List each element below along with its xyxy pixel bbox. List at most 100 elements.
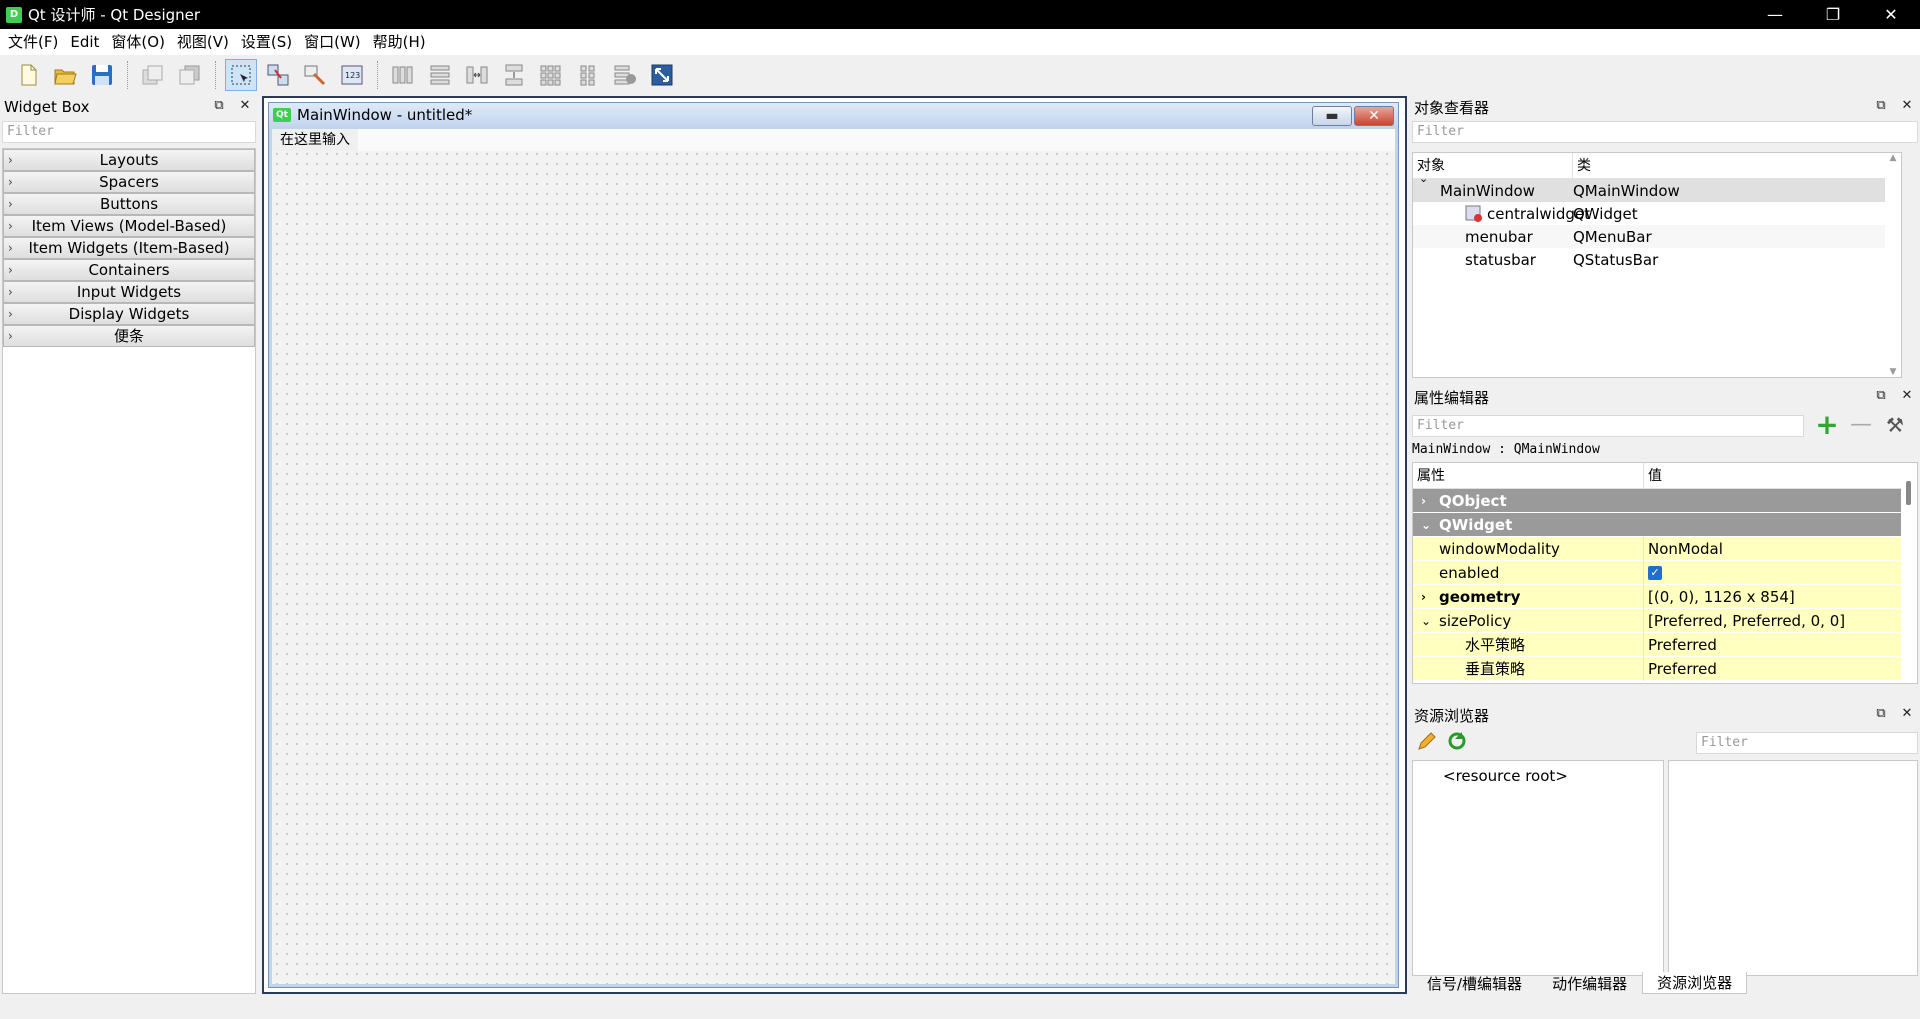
category-buttons[interactable]: › Buttons bbox=[3, 193, 255, 215]
svg-text:123: 123 bbox=[345, 71, 360, 80]
restore-button[interactable]: ❐ bbox=[1804, 0, 1862, 29]
minimize-button[interactable]: — bbox=[1746, 0, 1804, 29]
edit-resources-pencil-icon[interactable] bbox=[1416, 730, 1438, 752]
chevron-right-icon: › bbox=[8, 175, 13, 189]
bring-to-front-icon[interactable] bbox=[137, 59, 169, 91]
enabled-checkbox[interactable]: ✓ bbox=[1648, 566, 1662, 580]
chevron-down-icon[interactable]: ⌄ bbox=[1419, 172, 1428, 185]
category-item-widgets[interactable]: › Item Widgets (Item-Based) bbox=[3, 237, 255, 259]
edit-buddies-icon[interactable] bbox=[299, 59, 331, 91]
resource-root-item[interactable]: <resource root> bbox=[1443, 767, 1568, 785]
chevron-right-icon[interactable]: › bbox=[1421, 489, 1426, 513]
adjust-size-icon[interactable] bbox=[646, 59, 678, 91]
close-icon[interactable]: ✕ bbox=[238, 98, 252, 114]
menu-file[interactable]: 文件(F) bbox=[2, 29, 64, 55]
save-icon[interactable] bbox=[86, 59, 118, 91]
property-table-scrollbar[interactable] bbox=[1901, 463, 1917, 683]
resource-tree: <resource root> bbox=[1412, 760, 1664, 976]
add-dynamic-property-icon[interactable]: + bbox=[1812, 411, 1842, 439]
widget-box-dock: Widget Box ⧉ ✕ Filter › Layouts › Spacers … bbox=[0, 96, 258, 994]
float-icon[interactable]: ⧉ bbox=[1874, 98, 1888, 114]
property-editor-title: 属性编辑器 bbox=[1414, 388, 1490, 407]
form-menu-placeholder[interactable]: 在这里输入 bbox=[272, 129, 358, 151]
chevron-down-icon[interactable]: ⌄ bbox=[1421, 513, 1431, 537]
edit-tab-order-icon[interactable]: 123 bbox=[336, 59, 368, 91]
send-to-back-icon[interactable] bbox=[174, 59, 206, 91]
category-spacers[interactable]: › Spacers bbox=[3, 171, 255, 193]
scrollbar-thumb[interactable] bbox=[1906, 481, 1911, 505]
property-row[interactable]: windowModality NonModal bbox=[1413, 536, 1917, 561]
layout-vertical-icon[interactable] bbox=[424, 59, 456, 91]
reload-icon[interactable] bbox=[1446, 730, 1468, 752]
new-file-icon[interactable] bbox=[12, 59, 44, 91]
form-subwindow[interactable]: Qt MainWindow - untitled* ▬ ✕ 在这里输入 bbox=[268, 102, 1399, 988]
configure-icon[interactable]: ⚒ bbox=[1880, 413, 1910, 439]
tab-resource-browser[interactable]: 资源浏览器 bbox=[1642, 972, 1748, 994]
tree-row[interactable]: menubar QMenuBar bbox=[1413, 225, 1901, 248]
layout-grid-icon[interactable] bbox=[535, 59, 567, 91]
property-row[interactable]: › geometry [(0, 0), 1126 x 854] bbox=[1413, 584, 1917, 609]
object-tree-scrollbar[interactable]: ▲ ▼ bbox=[1885, 153, 1901, 377]
subwindow-titlebar[interactable]: Qt MainWindow - untitled* ▬ ✕ bbox=[269, 103, 1398, 127]
subwindow-minimize-button[interactable]: ▬ bbox=[1312, 106, 1352, 126]
widget-box-filter-input[interactable]: Filter bbox=[2, 121, 256, 143]
layout-horizontal-splitter-icon[interactable] bbox=[461, 59, 493, 91]
resource-filter-input[interactable]: Filter bbox=[1696, 732, 1918, 754]
category-notes[interactable]: › 便条 bbox=[3, 325, 255, 347]
layout-horizontal-icon[interactable] bbox=[387, 59, 419, 91]
category-item-views[interactable]: › Item Views (Model-Based) bbox=[3, 215, 255, 237]
chevron-right-icon: › bbox=[8, 285, 13, 299]
close-icon[interactable]: ✕ bbox=[1900, 706, 1914, 722]
edit-signals-slots-icon[interactable] bbox=[262, 59, 294, 91]
column-object[interactable]: 对象 bbox=[1413, 153, 1573, 178]
chevron-right-icon[interactable]: › bbox=[1421, 585, 1426, 609]
close-button[interactable]: ✕ bbox=[1862, 0, 1920, 29]
tab-action-editor[interactable]: 动作编辑器 bbox=[1537, 972, 1642, 994]
subwindow-close-button[interactable]: ✕ bbox=[1354, 106, 1394, 126]
category-input-widgets[interactable]: › Input Widgets bbox=[3, 281, 255, 303]
property-row[interactable]: 垂直策略 Preferred bbox=[1413, 656, 1917, 681]
float-icon[interactable]: ⧉ bbox=[212, 98, 226, 114]
layout-form-icon[interactable] bbox=[572, 59, 604, 91]
category-display-widgets[interactable]: › Display Widgets bbox=[3, 303, 255, 325]
property-group-qwidget[interactable]: ⌄ QWidget bbox=[1413, 513, 1917, 537]
menu-form[interactable]: 窗体(O) bbox=[105, 29, 171, 55]
break-layout-icon[interactable] bbox=[609, 59, 641, 91]
window-title: Qt 设计师 - Qt Designer bbox=[28, 6, 201, 24]
tab-signal-slot-editor[interactable]: 信号/槽编辑器 bbox=[1412, 972, 1537, 994]
widget-box-list: › Layouts › Spacers › Buttons › Item Views (… bbox=[2, 148, 256, 994]
form-canvas[interactable]: 在这里输入 bbox=[272, 129, 1395, 984]
open-folder-icon[interactable] bbox=[49, 59, 81, 91]
property-row[interactable]: ⌄ sizePolicy [Preferred, Preferred, 0, 0] bbox=[1413, 608, 1917, 633]
object-tree-header: 对象 类 bbox=[1413, 153, 1901, 179]
tree-row[interactable]: statusbar QStatusBar bbox=[1413, 248, 1901, 271]
close-icon[interactable]: ✕ bbox=[1900, 98, 1914, 114]
chevron-down-icon[interactable]: ⌄ bbox=[1421, 609, 1431, 633]
remove-dynamic-property-icon[interactable]: — bbox=[1846, 413, 1876, 439]
layout-vertical-splitter-icon[interactable] bbox=[498, 59, 530, 91]
property-filter-input[interactable]: Filter bbox=[1412, 415, 1804, 437]
edit-widgets-icon[interactable] bbox=[225, 59, 257, 91]
scroll-up-icon[interactable]: ▲ bbox=[1885, 153, 1901, 163]
menu-settings[interactable]: 设置(S) bbox=[235, 29, 298, 55]
property-group-qobject[interactable]: › QObject bbox=[1413, 489, 1917, 513]
column-class[interactable]: 类 bbox=[1573, 153, 1901, 178]
category-containers[interactable]: › Containers bbox=[3, 259, 255, 281]
tree-row[interactable]: ⌄ MainWindow QMainWindow bbox=[1413, 172, 1901, 202]
float-icon[interactable]: ⧉ bbox=[1874, 706, 1888, 722]
column-property[interactable]: 属性 bbox=[1413, 463, 1644, 488]
tree-row[interactable]: centralwidget QWidget bbox=[1413, 202, 1901, 225]
float-icon[interactable]: ⧉ bbox=[1874, 388, 1888, 404]
menu-view[interactable]: 视图(V) bbox=[171, 29, 235, 55]
menu-window[interactable]: 窗口(W) bbox=[298, 29, 367, 55]
category-layouts[interactable]: › Layouts bbox=[3, 149, 255, 171]
object-inspector-filter-input[interactable]: Filter bbox=[1412, 121, 1918, 143]
menu-edit[interactable]: Edit bbox=[64, 29, 105, 55]
close-icon[interactable]: ✕ bbox=[1900, 388, 1914, 404]
menu-help[interactable]: 帮助(H) bbox=[367, 29, 432, 55]
scroll-down-icon[interactable]: ▼ bbox=[1885, 367, 1901, 377]
object-inspector-dock: 对象查看器 ⧉ ✕ Filter 对象 类 ⌄ MainWindow QMainW… bbox=[1410, 96, 1920, 382]
property-row[interactable]: 水平策略 Preferred bbox=[1413, 632, 1917, 657]
column-value[interactable]: 值 bbox=[1644, 463, 1917, 488]
property-row[interactable]: enabled ✓ bbox=[1413, 560, 1917, 585]
